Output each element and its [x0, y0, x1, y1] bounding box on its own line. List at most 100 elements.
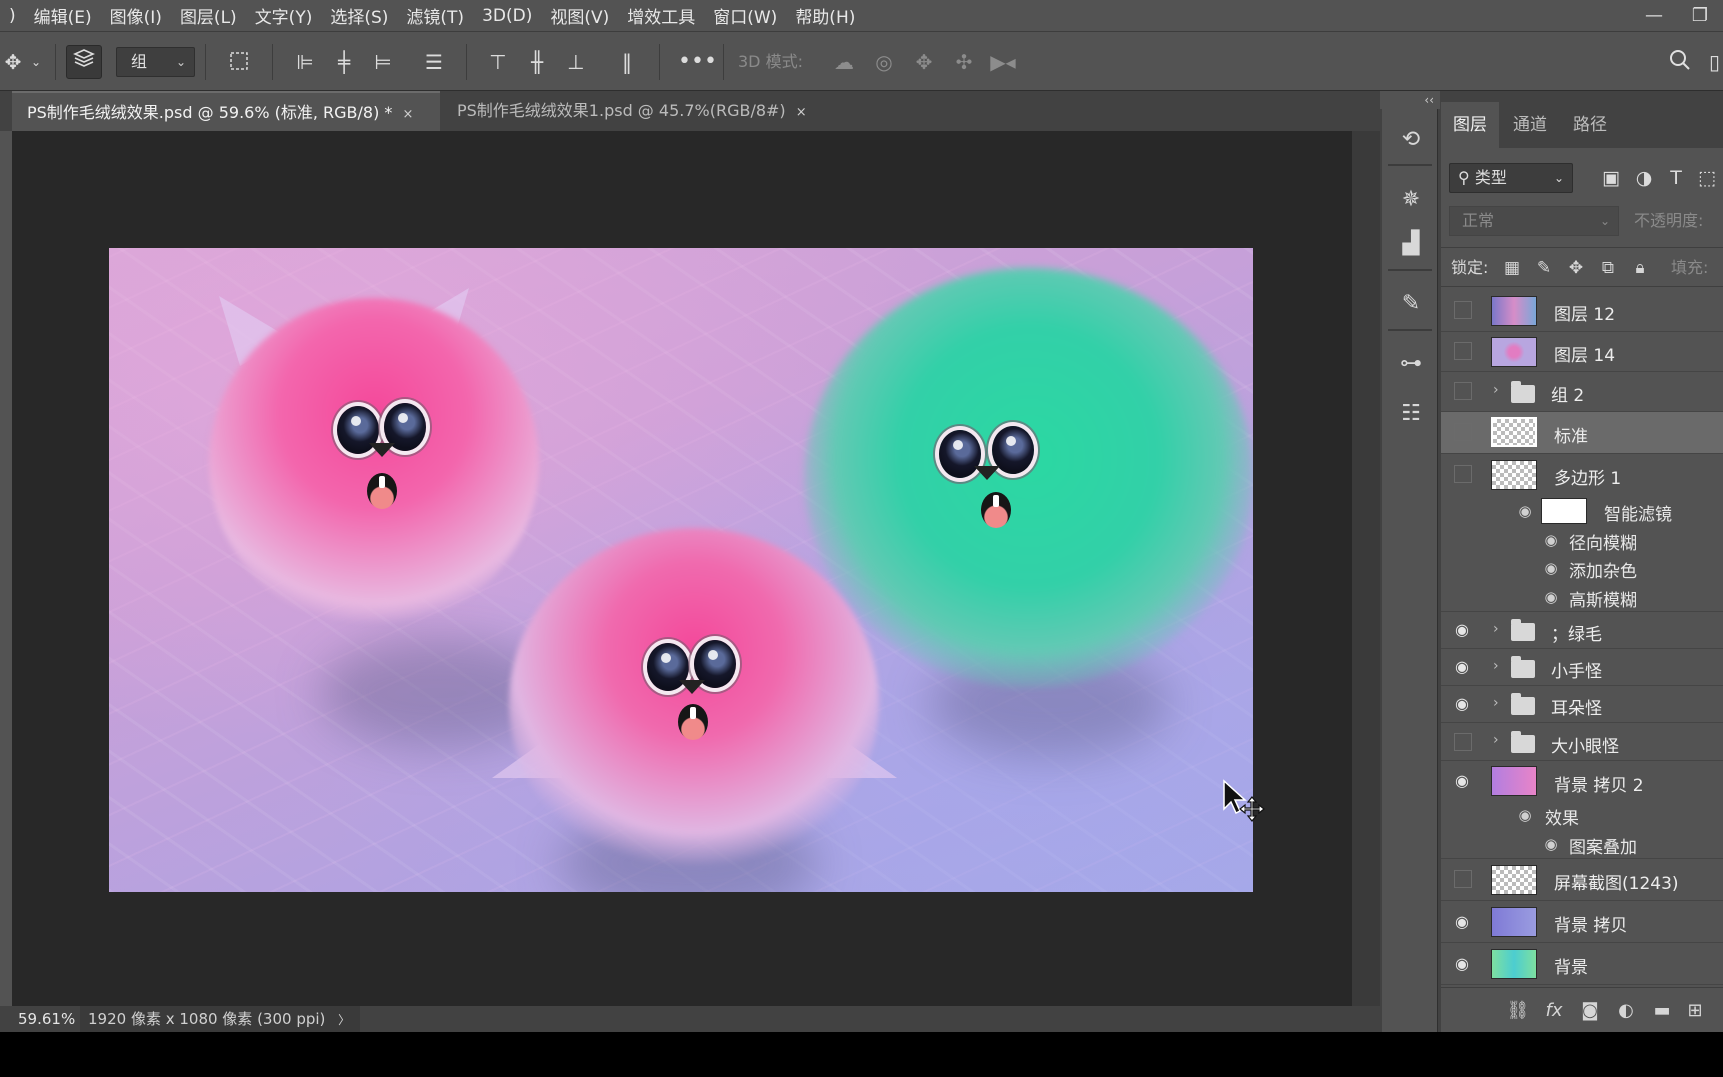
- visibility-toggle[interactable]: [1454, 465, 1472, 483]
- align-middle-icon[interactable]: ╫: [524, 49, 550, 75]
- document-info[interactable]: 1920 像素 x 1080 像素 (300 ppi) 〉: [80, 1006, 360, 1032]
- layer-style-fx-icon[interactable]: fx: [1541, 998, 1567, 1024]
- eye-icon[interactable]: ◉: [1451, 657, 1473, 679]
- menu-item-edit[interactable]: 编辑(E): [25, 3, 101, 28]
- smart-filter-row[interactable]: ◉ 智能滤镜: [1441, 496, 1723, 526]
- minimize-button[interactable]: —: [1631, 5, 1677, 26]
- align-center-icon[interactable]: ╪: [331, 49, 357, 75]
- eye-icon[interactable]: ◉: [1541, 835, 1561, 853]
- eye-icon[interactable]: ◉: [1451, 912, 1473, 934]
- layer-filter-dropdown[interactable]: ⚲ 类型 ⌄: [1449, 163, 1573, 193]
- move-tool-icon[interactable]: ✥: [0, 49, 26, 75]
- adjustments-icon[interactable]: ☷: [1394, 397, 1428, 431]
- brush-settings-icon[interactable]: ✎: [1394, 287, 1428, 321]
- menu-item-window[interactable]: 窗口(W): [704, 3, 786, 28]
- align-top-icon[interactable]: ⊤: [485, 49, 511, 75]
- tab-layers[interactable]: 图层: [1441, 102, 1499, 148]
- vertical-scrollbar[interactable]: [1352, 131, 1380, 1006]
- lock-image-icon[interactable]: ✎: [1533, 257, 1555, 279]
- auto-select-layers-icon[interactable]: [66, 45, 102, 79]
- layer-row[interactable]: ◉ 背景: [1441, 943, 1723, 985]
- chevron-right-icon[interactable]: ›: [1493, 382, 1499, 398]
- properties-icon[interactable]: ⊶: [1394, 347, 1428, 381]
- search-icon[interactable]: [1666, 49, 1694, 75]
- filter-pixel-icon[interactable]: ▣: [1598, 163, 1624, 193]
- 3d-roll-icon[interactable]: ◎: [870, 49, 898, 75]
- visibility-toggle[interactable]: [1454, 382, 1472, 400]
- distribute-vertical-icon[interactable]: ‖: [614, 49, 640, 75]
- menu-item-view[interactable]: 视图(V): [541, 3, 618, 28]
- layer-row[interactable]: 图层 14: [1441, 332, 1723, 372]
- layer-row[interactable]: ◉ 背景 拷贝 2: [1441, 761, 1723, 801]
- align-right-icon[interactable]: ⊨: [370, 49, 396, 75]
- visibility-toggle[interactable]: [1454, 733, 1472, 751]
- eye-icon[interactable]: ◉: [1451, 694, 1473, 716]
- restore-button[interactable]: ❐: [1677, 5, 1723, 26]
- layer-row[interactable]: 屏幕截图(1243): [1441, 859, 1723, 901]
- new-group-icon[interactable]: ▬: [1649, 998, 1675, 1024]
- blend-mode-dropdown[interactable]: 正常 ⌄: [1449, 206, 1619, 236]
- eye-icon[interactable]: ◉: [1451, 954, 1473, 976]
- lock-transparent-icon[interactable]: ▦: [1501, 257, 1523, 279]
- lock-all-icon[interactable]: 🔒︎: [1629, 257, 1651, 279]
- layer-row[interactable]: ◉ › ；绿毛: [1441, 612, 1723, 649]
- auto-select-dropdown[interactable]: 组 ⌄: [116, 47, 195, 77]
- 3d-pan-icon[interactable]: ✥: [910, 49, 938, 75]
- more-options-icon[interactable]: •••: [678, 49, 717, 75]
- eye-icon[interactable]: ◉: [1541, 588, 1561, 606]
- menu-item-filter[interactable]: 滤镜(T): [397, 3, 473, 28]
- align-left-icon[interactable]: ⊫: [292, 49, 318, 75]
- collapse-panels-button[interactable]: ‹‹: [1380, 91, 1440, 109]
- menu-item-plugins[interactable]: 增效工具: [618, 3, 704, 28]
- filter-row[interactable]: ◉ 径向模糊: [1441, 526, 1723, 554]
- close-icon[interactable]: ×: [402, 107, 413, 122]
- visibility-toggle[interactable]: [1454, 870, 1472, 888]
- histogram-icon[interactable]: ▟: [1394, 227, 1428, 261]
- eye-icon[interactable]: ◉: [1515, 502, 1535, 520]
- menu-item-image[interactable]: 图像(I): [101, 3, 171, 28]
- eye-icon[interactable]: ◉: [1515, 806, 1535, 824]
- menu-item-3d[interactable]: 3D(D): [473, 6, 541, 26]
- lock-position-icon[interactable]: ✥: [1565, 257, 1587, 279]
- tab-paths[interactable]: 路径: [1561, 102, 1619, 148]
- layer-row[interactable]: 图层 12: [1441, 290, 1723, 332]
- chevron-right-icon[interactable]: ›: [1493, 732, 1499, 748]
- chevron-right-icon[interactable]: ›: [1493, 621, 1499, 637]
- align-bottom-icon[interactable]: ⊥: [563, 49, 589, 75]
- effects-row[interactable]: ◉ 效果: [1441, 801, 1723, 829]
- chevron-right-icon[interactable]: ›: [1493, 658, 1499, 674]
- layer-row[interactable]: ◉ 背景 拷贝: [1441, 901, 1723, 943]
- layer-row[interactable]: ◉ › 耳朵怪: [1441, 686, 1723, 723]
- menu-item-help[interactable]: 帮助(H): [786, 3, 864, 28]
- link-layers-icon[interactable]: ⛓: [1505, 998, 1531, 1024]
- tab-document-1[interactable]: PS制作毛绒绒效果.psd @ 59.6% (标准, RGB/8) * ×: [12, 91, 440, 131]
- layer-row[interactable]: › 组 2: [1441, 372, 1723, 412]
- new-layer-icon[interactable]: ⊞: [1685, 998, 1705, 1024]
- 3d-orbit-icon[interactable]: ☁: [830, 49, 858, 75]
- visibility-toggle[interactable]: [1454, 301, 1472, 319]
- menu-item-type[interactable]: 文字(Y): [246, 3, 322, 28]
- tab-channels[interactable]: 通道: [1501, 102, 1559, 148]
- tab-document-2[interactable]: PS制作毛绒绒效果1.psd @ 45.7%(RGB/8#) ×: [442, 91, 827, 131]
- visibility-toggle[interactable]: [1454, 423, 1472, 441]
- tool-preset-chevron-icon[interactable]: ⌄: [28, 49, 44, 75]
- chevron-right-icon[interactable]: ›: [1493, 695, 1499, 711]
- eye-icon[interactable]: ◉: [1541, 531, 1561, 549]
- navigator-icon[interactable]: ✵: [1394, 183, 1428, 217]
- eye-icon[interactable]: ◉: [1451, 620, 1473, 642]
- filter-type-icon[interactable]: T: [1663, 163, 1689, 193]
- menu-item-layer[interactable]: 图层(L): [171, 3, 246, 28]
- menu-item-select[interactable]: 选择(S): [321, 3, 397, 28]
- filter-adjustment-icon[interactable]: ◑: [1631, 163, 1657, 193]
- layer-row[interactable]: › 大小眼怪: [1441, 723, 1723, 761]
- document-canvas-image[interactable]: [109, 248, 1253, 892]
- layer-row[interactable]: ◉ › 小手怪: [1441, 649, 1723, 686]
- visibility-toggle[interactable]: [1454, 342, 1472, 360]
- history-icon[interactable]: ⟲: [1394, 123, 1428, 157]
- lock-artboard-icon[interactable]: ⧉: [1597, 257, 1619, 279]
- 3d-slide-icon[interactable]: ✣: [950, 49, 978, 75]
- effect-row[interactable]: ◉ 图案叠加: [1441, 829, 1723, 859]
- 3d-camera-icon[interactable]: ▶◂: [988, 49, 1018, 75]
- filter-shape-icon[interactable]: ⬚: [1697, 163, 1717, 193]
- distribute-horizontal-icon[interactable]: ☰: [421, 49, 447, 75]
